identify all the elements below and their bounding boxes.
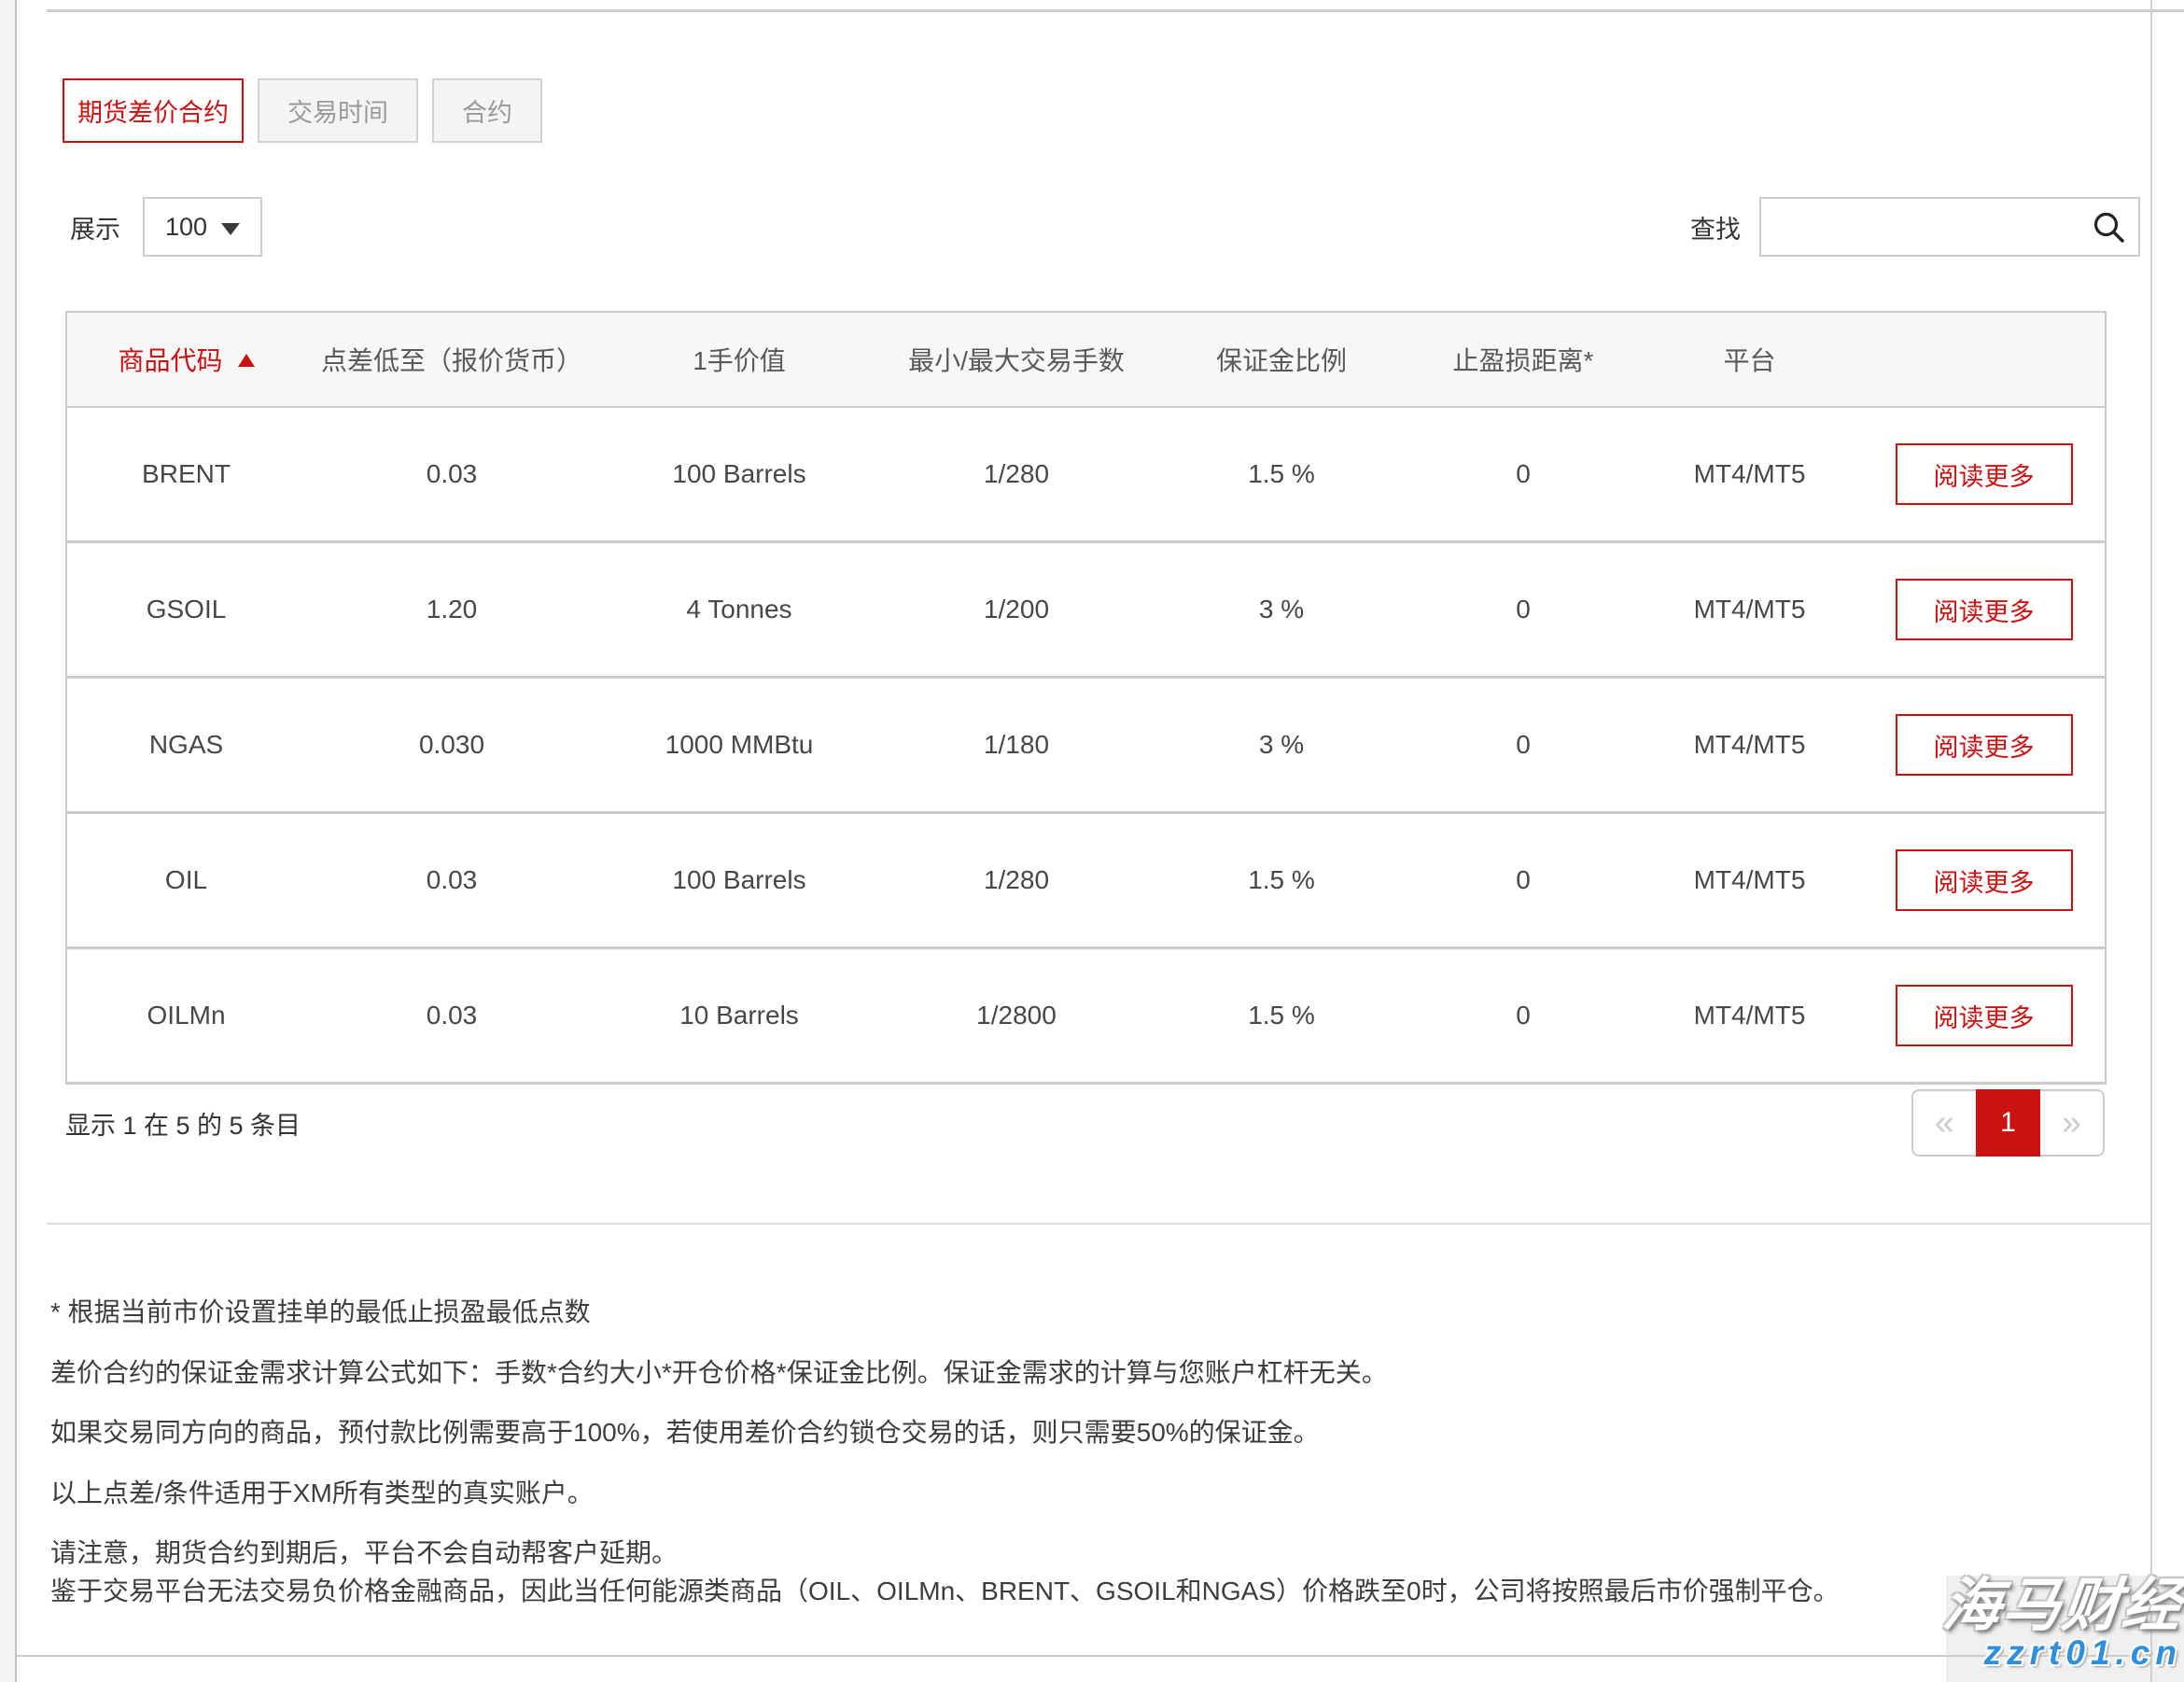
section-divider [47,1223,2150,1225]
table-row: GSOIL 1.20 4 Tonnes 1/200 3 % 0 MT4/MT5 … [66,542,2106,678]
bottom-divider [17,1655,2151,1657]
cell-margin: 1.5 % [1153,407,1410,542]
cell-lot-value: 1000 MMBtu [598,678,880,813]
cell-margin: 3 % [1153,678,1410,813]
table-header-row: 商品代码 点差低至（报价货币） 1手价值 最小/最大交易手数 保证金比例 止盈损… [66,312,2106,407]
tab-contract[interactable]: 合约 [432,78,542,143]
table-body: BRENT 0.03 100 Barrels 1/280 1.5 % 0 MT4… [66,407,2106,1084]
cell-actions: 阅读更多 [1863,678,2106,813]
column-header-min-max-lots[interactable]: 最小/最大交易手数 [880,312,1153,407]
cell-symbol: OILMn [66,948,305,1084]
cell-sl-tp-distance: 0 [1410,542,1636,678]
column-header-symbol-label: 商品代码 [118,346,222,375]
read-more-button[interactable]: 阅读更多 [1896,443,2073,505]
pagination-row: 显示 1 在 5 的 5 条目 « 1 » [65,1088,2105,1157]
cell-actions: 阅读更多 [1863,542,2106,678]
read-more-button[interactable]: 阅读更多 [1896,985,2073,1046]
watermark: 海马财经 zzrt01.cn [1869,1577,2182,1670]
note-margin-formula: 差价合约的保证金需求计算公式如下：手数*合约大小*开仓价格*保证金比例。保证金需… [50,1354,2053,1393]
pagination-page-1-button[interactable]: 1 [1976,1089,2040,1156]
cell-actions: 阅读更多 [1863,948,2106,1084]
cell-sl-tp-distance: 0 [1410,948,1636,1084]
footer-notes: * 根据当前市价设置挂单的最低止损盈最低点数 差价合约的保证金需求计算公式如下：… [50,1294,2053,1611]
note-accounts: 以上点差/条件适用于XM所有类型的真实账户。 [50,1475,2053,1513]
cell-min-max-lots: 1/280 [880,407,1153,542]
contracts-table: 商品代码 点差低至（报价货币） 1手价值 最小/最大交易手数 保证金比例 止盈损… [65,311,2107,1085]
cell-symbol: GSOIL [66,542,305,678]
tab-trading-hours[interactable]: 交易时间 [258,78,418,143]
cell-symbol: BRENT [66,407,305,542]
cell-lot-value: 4 Tonnes [598,542,880,678]
cell-min-max-lots: 1/200 [880,542,1153,678]
page-left-border [0,0,17,1682]
page-size-value: 100 [165,213,207,242]
cell-sl-tp-distance: 0 [1410,407,1636,542]
page-size-select[interactable]: 100 [143,197,262,257]
cell-min-max-lots: 1/180 [880,678,1153,813]
cell-sl-tp-distance: 0 [1410,678,1636,813]
table-controls: 展示 100 查找 [70,196,2140,258]
column-header-platform[interactable]: 平台 [1636,312,1863,407]
sort-asc-icon [238,354,255,367]
pagination-next-button[interactable]: » [2040,1089,2105,1156]
pagination-prev-button[interactable]: « [1911,1089,1976,1156]
watermark-logo-text: 海马财经 [1866,1577,2184,1635]
column-header-symbol[interactable]: 商品代码 [66,312,305,407]
cell-margin: 1.5 % [1153,948,1410,1084]
cell-spread: 1.20 [305,542,598,678]
cell-spread: 0.03 [305,948,598,1084]
chevron-down-icon [221,223,240,235]
table-row: NGAS 0.030 1000 MMBtu 1/180 3 % 0 MT4/MT… [66,678,2106,813]
cell-platform: MT4/MT5 [1636,407,1863,542]
read-more-button[interactable]: 阅读更多 [1896,714,2073,776]
column-header-margin[interactable]: 保证金比例 [1153,312,1410,407]
cell-lot-value: 100 Barrels [598,813,880,948]
column-header-sl-tp-distance[interactable]: 止盈损距离* [1410,312,1636,407]
note-hedged-margin: 如果交易同方向的商品，预付款比例需要高于100%，若使用差价合约锁仓交易的话，则… [50,1414,2053,1452]
watermark-url: zzrt01.cn [1869,1635,2182,1670]
note-stop-levels: * 根据当前市价设置挂单的最低止损盈最低点数 [50,1294,2053,1332]
column-header-actions [1863,312,2106,407]
table-row: OILMn 0.03 10 Barrels 1/2800 1.5 % 0 MT4… [66,948,2106,1084]
cell-platform: MT4/MT5 [1636,678,1863,813]
tab-futures-cfd[interactable]: 期货差价合约 [63,78,244,143]
cell-min-max-lots: 1/280 [880,813,1153,948]
cell-platform: MT4/MT5 [1636,542,1863,678]
notice-block: 请注意，期货合约到期后，平台不会自动帮客户延期。 鉴于交易平台无法交易负价格金融… [50,1535,2053,1610]
cell-lot-value: 100 Barrels [598,407,880,542]
cell-min-max-lots: 1/2800 [880,948,1153,1084]
cell-platform: MT4/MT5 [1636,813,1863,948]
cell-lot-value: 10 Barrels [598,948,880,1084]
cell-margin: 1.5 % [1153,813,1410,948]
cell-spread: 0.03 [305,407,598,542]
top-divider [47,9,2184,12]
cell-spread: 0.03 [305,813,598,948]
search-label: 查找 [1690,209,1741,245]
column-header-spread[interactable]: 点差低至（报价货币） [305,312,598,407]
show-label: 展示 [70,209,120,245]
cell-spread: 0.030 [305,678,598,813]
read-more-button[interactable]: 阅读更多 [1896,579,2073,640]
read-more-button[interactable]: 阅读更多 [1896,849,2073,911]
cell-symbol: NGAS [66,678,305,813]
cell-actions: 阅读更多 [1863,407,2106,542]
tab-bar: 期货差价合约 交易时间 合约 [63,78,542,143]
cell-margin: 3 % [1153,542,1410,678]
notice-expiry: 请注意，期货合约到期后，平台不会自动帮客户延期。 [50,1535,2053,1573]
table-row: OIL 0.03 100 Barrels 1/280 1.5 % 0 MT4/M… [66,813,2106,948]
cell-symbol: OIL [66,813,305,948]
page-right-border [2150,0,2152,1682]
cell-actions: 阅读更多 [1863,813,2106,948]
table-row: BRENT 0.03 100 Barrels 1/280 1.5 % 0 MT4… [66,407,2106,542]
search-input[interactable] [1759,197,2140,257]
notice-negative-prices: 鉴于交易平台无法交易负价格金融商品，因此当任何能源类商品（OIL、OILMn、B… [50,1573,2053,1611]
table-summary: 显示 1 在 5 的 5 条目 [65,1105,301,1142]
pagination: « 1 » [1911,1089,2105,1156]
cell-platform: MT4/MT5 [1636,948,1863,1084]
cell-sl-tp-distance: 0 [1410,813,1636,948]
column-header-lot-value[interactable]: 1手价值 [598,312,880,407]
